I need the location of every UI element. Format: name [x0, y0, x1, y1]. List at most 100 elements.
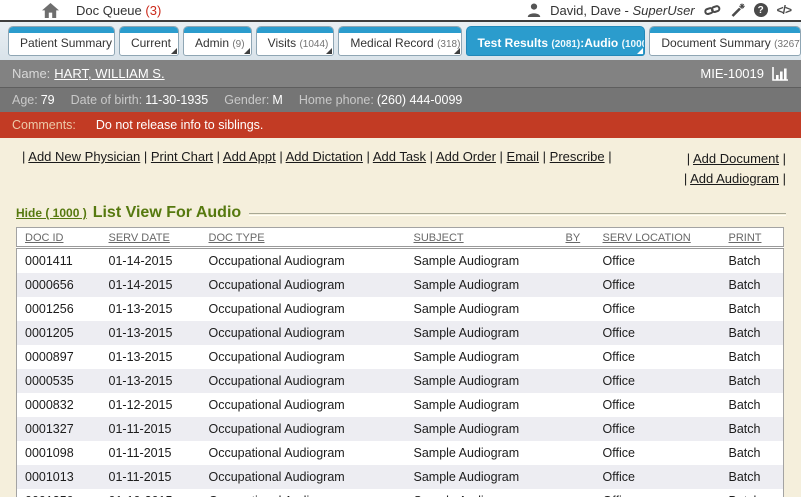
cell-doc-id: 0000535: [17, 369, 101, 393]
quick-link-add-audiogram[interactable]: Add Audiogram: [690, 171, 779, 186]
demo-dob: Date of birth:11-30-1935: [71, 93, 209, 107]
chart-tab-strip: Patient Summary Current Admin (9) Visits…: [0, 22, 801, 60]
column-header-serv-date[interactable]: SERV DATE: [101, 228, 201, 248]
audio-table-header: DOC ID SERV DATE DOC TYPE SUBJECT BY SER…: [17, 228, 784, 248]
column-header-serv-location[interactable]: SERV LOCATION: [595, 228, 721, 248]
column-header-doc-type[interactable]: DOC TYPE: [201, 228, 406, 248]
tab-label: Medical Record: [350, 36, 433, 50]
column-header-subject[interactable]: SUBJECT: [406, 228, 558, 248]
cell-doc-id: 0000897: [17, 345, 101, 369]
tab-patient-summary[interactable]: Patient Summary: [8, 26, 115, 56]
quick-links-row: | Add New Physician | Print Chart | Add …: [16, 144, 786, 189]
top-bar: Doc Queue (3) David, Dave - SuperUser ? …: [0, 0, 801, 22]
cell-by: [558, 297, 595, 321]
demographics-bar: Age:79 Date of birth:11-30-1935 Gender:M…: [0, 88, 801, 112]
tab-label: Admin: [195, 36, 229, 50]
cell-doc-type: Occupational Audiogram: [201, 417, 406, 441]
cell-serv-location: Office: [595, 417, 721, 441]
help-icon[interactable]: ?: [754, 3, 768, 17]
cell-serv-location: Office: [595, 393, 721, 417]
cell-print: Batch: [721, 321, 784, 345]
quick-link-add-new-physician[interactable]: Add New Physician: [28, 149, 140, 164]
column-header-doc-id[interactable]: DOC ID: [17, 228, 101, 248]
wand-icon[interactable]: [730, 3, 745, 18]
cell-doc-type: Occupational Audiogram: [201, 345, 406, 369]
quick-link-add-dictation[interactable]: Add Dictation: [286, 149, 363, 164]
current-user[interactable]: David, Dave - SuperUser: [550, 3, 695, 18]
cell-serv-location: Office: [595, 297, 721, 321]
table-row[interactable]: 000089701-13-2015Occupational AudiogramS…: [17, 345, 784, 369]
cell-print: Batch: [721, 345, 784, 369]
column-header-print[interactable]: PRINT: [721, 228, 784, 248]
table-row[interactable]: 000141101-14-2015Occupational AudiogramS…: [17, 248, 784, 274]
quick-links-right-row: | Add Audiogram |: [684, 169, 786, 189]
table-row[interactable]: 000101301-11-2015Occupational AudiogramS…: [17, 465, 784, 489]
section-title: List View For Audio: [93, 204, 241, 222]
code-icon[interactable]: </>: [777, 3, 791, 17]
demo-gender: Gender:M: [224, 93, 283, 107]
cell-by: [558, 465, 595, 489]
quick-link-add-order[interactable]: Add Order: [436, 149, 496, 164]
cell-doc-type: Occupational Audiogram: [201, 441, 406, 465]
quick-link-add-task[interactable]: Add Task: [373, 149, 426, 164]
hide-toggle-link[interactable]: Hide ( 1000 ): [16, 206, 87, 220]
column-header-by[interactable]: BY: [558, 228, 595, 248]
user-role: SuperUser: [633, 3, 695, 18]
link-icon[interactable]: [704, 4, 721, 17]
cell-doc-id: 0001327: [17, 417, 101, 441]
patient-name-bar: Name:HART, WILLIAM S. MIE-10019: [0, 60, 801, 88]
doc-queue-link[interactable]: Doc Queue (3): [76, 3, 161, 18]
cell-doc-id: 0001411: [17, 248, 101, 274]
cell-print: Batch: [721, 489, 784, 497]
tab-test-results-audio[interactable]: Test Results (2081):Audio (1000): [466, 26, 646, 56]
quick-link-print-chart[interactable]: Print Chart: [151, 149, 213, 164]
cell-serv-date: 01-13-2015: [101, 321, 201, 345]
patient-name-link[interactable]: HART, WILLIAM S.: [54, 66, 164, 81]
demo-home-phone: Home phone:(260) 444-0099: [299, 93, 463, 107]
table-row[interactable]: 000125601-13-2015Occupational AudiogramS…: [17, 297, 784, 321]
table-row[interactable]: 000120501-13-2015Occupational AudiogramS…: [17, 321, 784, 345]
table-row[interactable]: 000083201-12-2015Occupational AudiogramS…: [17, 393, 784, 417]
hamburger-menu-icon[interactable]: [10, 4, 29, 17]
cell-serv-date: 01-11-2015: [101, 465, 201, 489]
cell-subject: Sample Audiogram: [406, 441, 558, 465]
table-row[interactable]: 000065601-14-2015Occupational AudiogramS…: [17, 273, 784, 297]
tab-document-summary[interactable]: Document Summary (3267): [649, 26, 801, 56]
cell-serv-date: 01-14-2015: [101, 273, 201, 297]
tab-count: (1044): [299, 39, 328, 50]
cell-serv-location: Office: [595, 273, 721, 297]
cell-serv-location: Office: [595, 345, 721, 369]
doc-queue-count: (3): [145, 3, 161, 18]
cell-doc-id: 0001359: [17, 489, 101, 497]
table-row[interactable]: 000109801-11-2015Occupational AudiogramS…: [17, 441, 784, 465]
tab-medical-record[interactable]: Medical Record (318): [338, 26, 461, 56]
cell-serv-date: 01-12-2015: [101, 393, 201, 417]
quick-links-right-row: | Add Document |: [684, 149, 786, 169]
audio-section-header: Hide ( 1000 ) List View For Audio: [16, 203, 786, 223]
tab-current[interactable]: Current: [119, 26, 179, 56]
user-name: David, Dave -: [550, 3, 632, 18]
cell-subject: Sample Audiogram: [406, 393, 558, 417]
table-row[interactable]: 000053501-13-2015Occupational AudiogramS…: [17, 369, 784, 393]
table-row[interactable]: 000132701-11-2015Occupational AudiogramS…: [17, 417, 784, 441]
cell-doc-id: 0000832: [17, 393, 101, 417]
tab-visits[interactable]: Visits (1044): [256, 26, 335, 56]
app-window: Doc Queue (3) David, Dave - SuperUser ? …: [0, 0, 801, 497]
quick-link-add-document[interactable]: Add Document: [693, 151, 779, 166]
tab-label: Patient Summary: [20, 36, 112, 50]
quick-link-prescribe[interactable]: Prescribe: [550, 149, 605, 164]
tab-count: (9): [232, 39, 244, 50]
comments-bar: Comments: Do not release info to sibling…: [0, 112, 801, 138]
cell-subject: Sample Audiogram: [406, 273, 558, 297]
user-icon: [527, 3, 541, 17]
cell-by: [558, 345, 595, 369]
table-row[interactable]: 000135901-10-2015Occupational AudiogramS…: [17, 489, 784, 497]
quick-link-email[interactable]: Email: [507, 149, 540, 164]
bar-chart-icon[interactable]: [772, 67, 789, 81]
quick-link-add-appt[interactable]: Add Appt: [223, 149, 276, 164]
cell-doc-type: Occupational Audiogram: [201, 248, 406, 274]
home-icon[interactable]: [42, 3, 59, 18]
tab-admin[interactable]: Admin (9): [183, 26, 252, 56]
cell-serv-location: Office: [595, 321, 721, 345]
cell-serv-date: 01-10-2015: [101, 489, 201, 497]
